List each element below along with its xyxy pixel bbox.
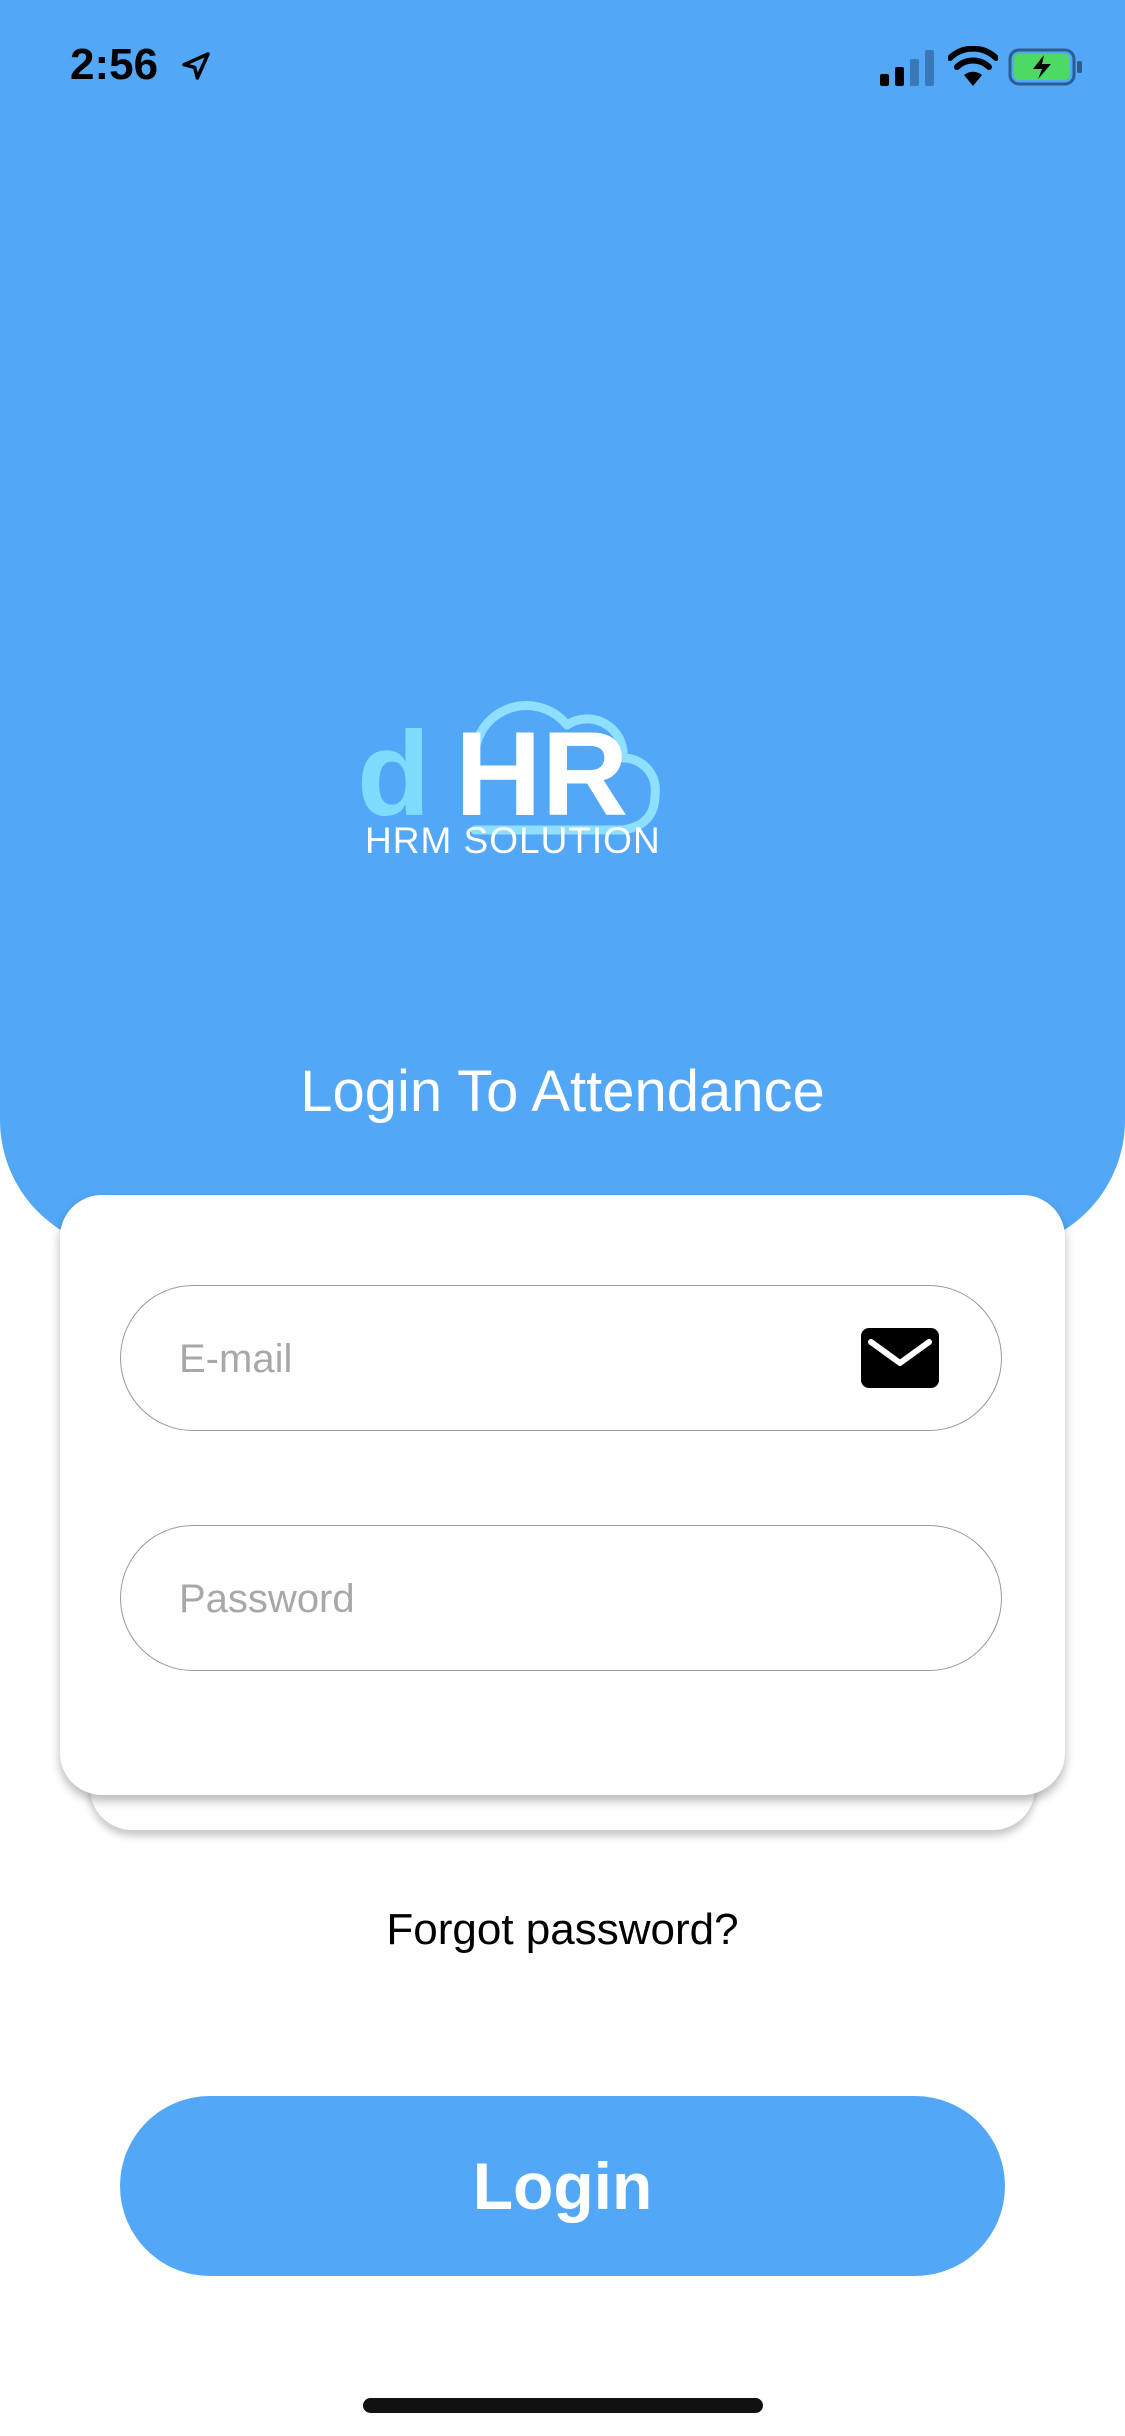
email-input[interactable] bbox=[179, 1286, 879, 1432]
home-indicator bbox=[363, 2398, 763, 2413]
email-field[interactable] bbox=[120, 1285, 1002, 1432]
password-input[interactable] bbox=[179, 1526, 879, 1672]
wifi-icon bbox=[948, 46, 998, 86]
page-title: Login To Attendance bbox=[300, 1059, 825, 1124]
mail-icon bbox=[861, 1328, 939, 1388]
cellular-signal-icon bbox=[880, 50, 934, 86]
status-time: 2:56 bbox=[70, 40, 159, 89]
login-button[interactable]: Login bbox=[120, 2096, 1005, 2276]
location-arrow-icon bbox=[182, 52, 210, 80]
password-field[interactable] bbox=[120, 1525, 1002, 1672]
login-form-card bbox=[60, 1195, 1065, 1795]
forgot-password-link[interactable]: Forgot password? bbox=[0, 1905, 1125, 1955]
battery-charging-icon bbox=[1008, 48, 1082, 86]
status-bar: 2:56 bbox=[0, 0, 1125, 135]
logo-caption: HRM SOLUTION bbox=[365, 820, 661, 861]
